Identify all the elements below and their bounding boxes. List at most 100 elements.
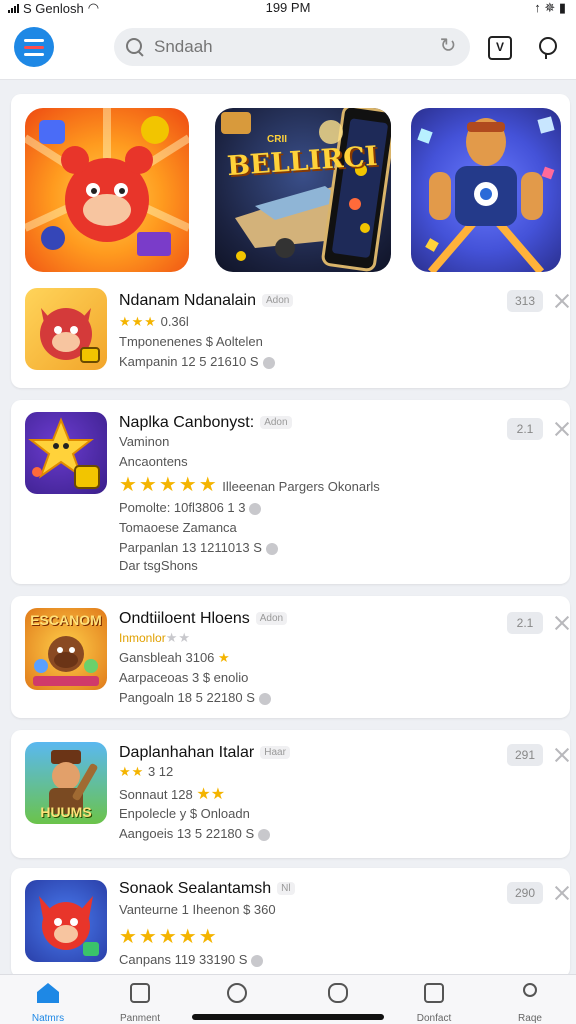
app-meta-text: Parpanlan 13 1211013 S bbox=[119, 540, 262, 555]
tab-home[interactable]: Natmrs bbox=[0, 981, 96, 1024]
rating-text: 0.36l bbox=[160, 314, 189, 329]
v-icon[interactable]: V bbox=[488, 36, 512, 60]
featured-carousel: BELLIRCI CRII bbox=[25, 108, 561, 272]
menu-button[interactable] bbox=[14, 27, 54, 67]
tab-apps[interactable] bbox=[290, 981, 386, 1013]
star-icon: ★ bbox=[218, 650, 230, 665]
info-icon bbox=[251, 954, 264, 967]
tab-label: Raqe bbox=[518, 1013, 542, 1024]
home-indicator[interactable] bbox=[192, 1014, 384, 1020]
list-item[interactable]: HUUMS Daplanhahan Italar Haar ★★ 3 12 Son… bbox=[25, 742, 565, 846]
tab-payment[interactable]: Panment bbox=[92, 981, 188, 1024]
box-icon bbox=[422, 983, 446, 1007]
profile-icon bbox=[518, 983, 542, 1007]
info-icon bbox=[262, 356, 275, 369]
box-icon-shape bbox=[424, 983, 444, 1003]
app-name[interactable]: Naplka Canbonyst: Adon bbox=[119, 414, 292, 432]
menu-icon bbox=[24, 38, 44, 42]
rank-badge: 2.1 bbox=[507, 612, 543, 634]
app-icon[interactable]: HUUMS bbox=[25, 742, 107, 824]
app-rating: ★★ 3 12 bbox=[119, 764, 173, 780]
game-art-3 bbox=[417, 116, 555, 272]
tab-profile[interactable]: Raqe bbox=[482, 981, 576, 1024]
menu-icon-bar bbox=[24, 45, 44, 49]
list-item[interactable]: Sonaok Sealantamsh Nl Vanteurne 1 Iheenon… bbox=[25, 880, 565, 976]
app-name[interactable]: Daplanhahan Italar Haar bbox=[119, 744, 290, 762]
featured-game-1[interactable] bbox=[25, 108, 189, 272]
app-name-text: Sonaok Sealantamsh bbox=[119, 880, 272, 897]
close-icon[interactable] bbox=[555, 294, 569, 308]
app-icon[interactable]: ESCANOM bbox=[25, 608, 107, 690]
star-rating-icon: ★★★★★ bbox=[119, 926, 219, 948]
app-meta: Vanteurne 1 Iheenon $ 360 bbox=[119, 902, 276, 917]
app-meta: Pomolte: 10fl3806 1 3 bbox=[119, 500, 262, 515]
app-name[interactable]: Ondtiiloent Hloens Adon bbox=[119, 610, 288, 628]
close-icon[interactable] bbox=[555, 748, 569, 762]
status-bar: S Genlosh ◠ 199 PM ↑ ✵ ▮ bbox=[0, 0, 576, 16]
chat-icon bbox=[225, 983, 249, 1007]
document-icon-shape bbox=[130, 983, 150, 1003]
app-rating: ★★★★★ bbox=[119, 924, 219, 949]
tab-label: Donfact bbox=[416, 1013, 452, 1024]
app-art bbox=[40, 308, 100, 363]
tab-search[interactable] bbox=[189, 981, 285, 1013]
chat-icon-shape bbox=[227, 983, 247, 1003]
rank-badge: 291 bbox=[507, 744, 543, 766]
close-icon[interactable] bbox=[555, 886, 569, 900]
featured-banner-sub: CRII bbox=[267, 134, 287, 145]
tab-contact[interactable]: Donfact bbox=[386, 981, 482, 1024]
info-icon bbox=[258, 828, 271, 841]
app-icon[interactable] bbox=[25, 412, 107, 494]
refresh-icon[interactable]: ↻ bbox=[438, 36, 458, 56]
featured-card: BELLIRCI CRII Ndanam Ndanalain Adon ★★★ … bbox=[11, 94, 570, 388]
game-art-2 bbox=[221, 108, 391, 272]
close-icon[interactable] bbox=[555, 616, 569, 630]
game-art-1 bbox=[25, 108, 189, 256]
app-name-text: Daplanhahan Italar bbox=[119, 744, 255, 761]
app-name[interactable]: Sonaok Sealantamsh Nl bbox=[119, 880, 295, 898]
home-icon bbox=[36, 983, 60, 1007]
app-meta: Parpanlan 13 1211013 S bbox=[119, 540, 278, 555]
app-card: Sonaok Sealantamsh Nl Vanteurne 1 Iheenon… bbox=[11, 868, 570, 978]
app-meta: Pangoaln 18 5 22180 S bbox=[119, 690, 271, 705]
app-icon[interactable] bbox=[25, 880, 107, 962]
star-rating-icon: ★★★ bbox=[119, 314, 157, 329]
featured-game-3[interactable] bbox=[411, 108, 561, 272]
search-input[interactable] bbox=[154, 37, 424, 57]
app-badge: Haar bbox=[260, 746, 290, 760]
notification-icon[interactable] bbox=[535, 36, 559, 60]
app-name-text: Ondtiiloent Hloens bbox=[119, 610, 250, 627]
rating-text: Inmonlor bbox=[119, 631, 166, 645]
app-badge: Adon bbox=[255, 612, 288, 626]
close-icon[interactable] bbox=[555, 422, 569, 436]
app-meta: Aangoeis 13 5 22180 S bbox=[119, 826, 271, 841]
app-art bbox=[39, 896, 99, 956]
tab-label: Natmrs bbox=[31, 1013, 65, 1024]
featured-game-2[interactable]: BELLIRCI CRII bbox=[215, 108, 391, 272]
app-meta-text: Canpans 119 33190 S bbox=[119, 952, 248, 967]
app-meta-text: Aangoeis 13 5 22180 S bbox=[119, 826, 255, 841]
search-bar[interactable]: ↻ bbox=[114, 28, 470, 66]
list-item[interactable]: Naplka Canbonyst: Adon Vaminon Ancaontens… bbox=[25, 412, 565, 573]
app-meta: Ancaontens bbox=[119, 454, 188, 469]
list-item[interactable]: ESCANOM Ondtiiloent Hloens Adon Inmonlor ★… bbox=[25, 608, 565, 706]
star-icon: ★★ bbox=[196, 786, 226, 803]
app-rating: ★★★ 0.36l bbox=[119, 314, 189, 330]
profile-icon-shape bbox=[523, 983, 537, 997]
list-item[interactable]: Ndanam Ndanalain Adon ★★★ 0.36l Tmponenen… bbox=[25, 288, 565, 374]
status-time: 199 PM bbox=[265, 0, 311, 15]
info-icon bbox=[258, 692, 271, 705]
info-icon bbox=[249, 502, 262, 515]
app-icon[interactable] bbox=[25, 288, 107, 370]
app-meta-text: Pomolte: 10fl3806 1 3 bbox=[119, 500, 246, 515]
app-meta: Canpans 119 33190 S bbox=[119, 952, 264, 967]
app-name-text: Ndanam Ndanalain bbox=[119, 292, 256, 309]
star-rating-icon: ★★★★★ bbox=[119, 474, 219, 496]
app-card: Naplka Canbonyst: Adon Vaminon Ancaontens… bbox=[11, 400, 570, 584]
rank-badge: 313 bbox=[507, 290, 543, 312]
app-name[interactable]: Ndanam Ndanalain Adon bbox=[119, 292, 294, 310]
bag-icon bbox=[326, 983, 350, 1007]
app-name-text: Naplka Canbonyst: bbox=[119, 414, 255, 431]
app-meta-text: Pangoaln 18 5 22180 S bbox=[119, 690, 255, 705]
info-icon bbox=[265, 542, 278, 555]
